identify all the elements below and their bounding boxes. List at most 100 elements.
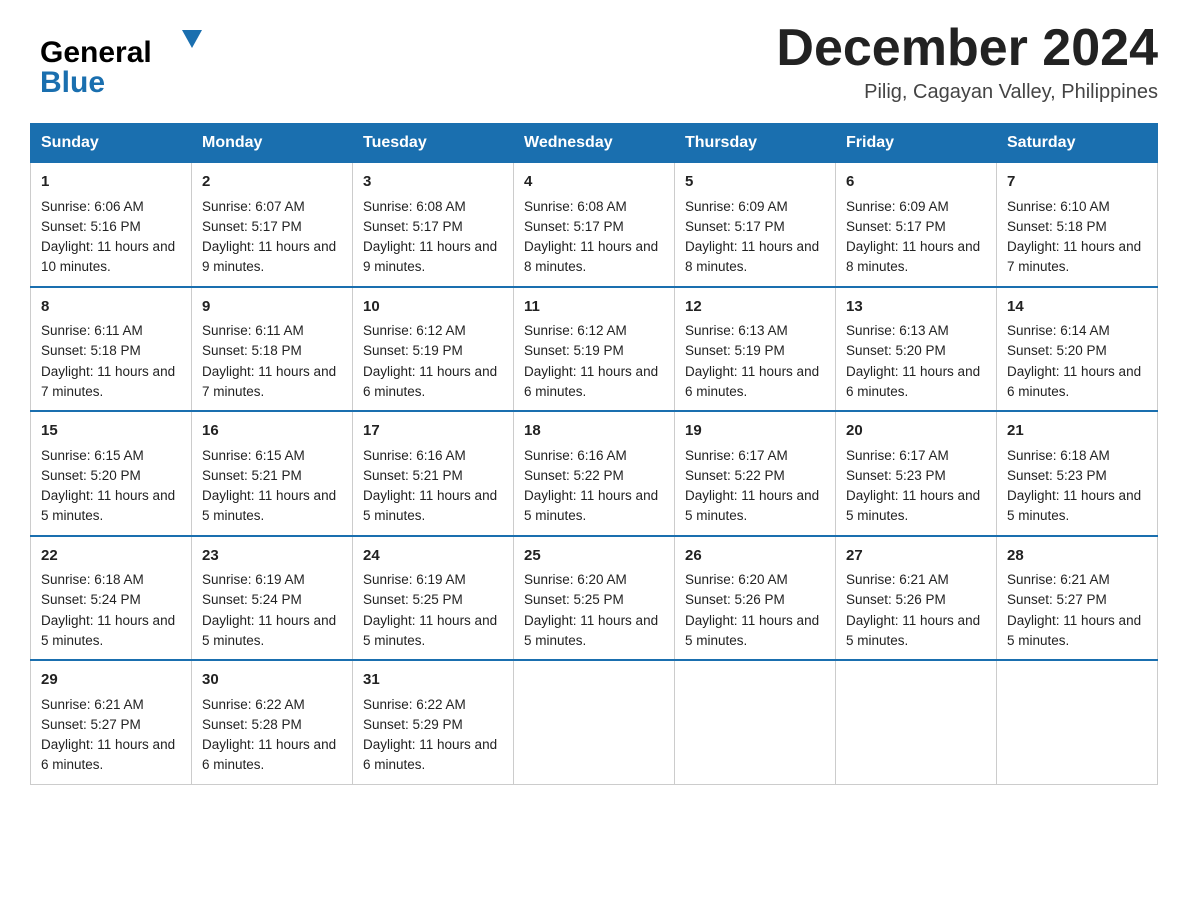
sunset-info: Sunset: 5:21 PM [363,468,463,483]
calendar-day-cell: 16Sunrise: 6:15 AMSunset: 5:21 PMDayligh… [192,411,353,536]
calendar-day-cell [836,660,997,784]
sunset-info: Sunset: 5:21 PM [202,468,302,483]
sunrise-info: Sunrise: 6:21 AM [1007,572,1110,587]
daylight-info: Daylight: 11 hours and 5 minutes. [41,488,175,523]
sunset-info: Sunset: 5:23 PM [846,468,946,483]
day-number: 12 [685,296,825,319]
sunset-info: Sunset: 5:17 PM [524,219,624,234]
calendar-week-row: 8Sunrise: 6:11 AMSunset: 5:18 PMDaylight… [31,287,1158,412]
daylight-info: Daylight: 11 hours and 5 minutes. [846,488,980,523]
month-year-title: December 2024 [776,20,1158,77]
daylight-info: Daylight: 11 hours and 5 minutes. [363,488,497,523]
calendar-day-cell [997,660,1158,784]
day-number: 25 [524,545,664,568]
sunrise-info: Sunrise: 6:08 AM [524,199,627,214]
sunrise-info: Sunrise: 6:19 AM [202,572,305,587]
sunrise-info: Sunrise: 6:16 AM [524,448,627,463]
calendar-day-cell: 8Sunrise: 6:11 AMSunset: 5:18 PMDaylight… [31,287,192,412]
daylight-info: Daylight: 11 hours and 7 minutes. [41,364,175,399]
sunset-info: Sunset: 5:24 PM [41,592,141,607]
daylight-info: Daylight: 11 hours and 5 minutes. [363,613,497,648]
day-number: 14 [1007,296,1147,319]
daylight-info: Daylight: 11 hours and 6 minutes. [41,737,175,772]
header-thursday: Thursday [675,124,836,163]
calendar-day-cell: 3Sunrise: 6:08 AMSunset: 5:17 PMDaylight… [353,163,514,287]
calendar-day-cell: 9Sunrise: 6:11 AMSunset: 5:18 PMDaylight… [192,287,353,412]
calendar-week-row: 15Sunrise: 6:15 AMSunset: 5:20 PMDayligh… [31,411,1158,536]
sunset-info: Sunset: 5:22 PM [524,468,624,483]
sunrise-info: Sunrise: 6:07 AM [202,199,305,214]
sunset-info: Sunset: 5:20 PM [41,468,141,483]
svg-text:Blue: Blue [40,66,105,99]
calendar-day-cell: 29Sunrise: 6:21 AMSunset: 5:27 PMDayligh… [31,660,192,784]
calendar-day-cell: 20Sunrise: 6:17 AMSunset: 5:23 PMDayligh… [836,411,997,536]
calendar-day-cell: 7Sunrise: 6:10 AMSunset: 5:18 PMDaylight… [997,163,1158,287]
daylight-info: Daylight: 11 hours and 5 minutes. [1007,613,1141,648]
calendar-day-cell: 13Sunrise: 6:13 AMSunset: 5:20 PMDayligh… [836,287,997,412]
daylight-info: Daylight: 11 hours and 5 minutes. [41,613,175,648]
daylight-info: Daylight: 11 hours and 8 minutes. [524,239,658,274]
calendar-day-cell [514,660,675,784]
sunrise-info: Sunrise: 6:17 AM [846,448,949,463]
calendar-day-cell: 19Sunrise: 6:17 AMSunset: 5:22 PMDayligh… [675,411,836,536]
day-number: 13 [846,296,986,319]
svg-text:General: General [40,36,152,69]
day-number: 31 [363,669,503,692]
day-number: 24 [363,545,503,568]
daylight-info: Daylight: 11 hours and 10 minutes. [41,239,175,274]
sunrise-info: Sunrise: 6:19 AM [363,572,466,587]
header-monday: Monday [192,124,353,163]
sunrise-info: Sunrise: 6:11 AM [202,323,304,338]
sunrise-info: Sunrise: 6:22 AM [363,697,466,712]
sunrise-info: Sunrise: 6:17 AM [685,448,788,463]
day-number: 4 [524,171,664,194]
calendar-day-cell: 25Sunrise: 6:20 AMSunset: 5:25 PMDayligh… [514,536,675,661]
sunrise-info: Sunrise: 6:18 AM [41,572,144,587]
day-number: 9 [202,296,342,319]
day-number: 16 [202,420,342,443]
weekday-header-row: Sunday Monday Tuesday Wednesday Thursday… [31,124,1158,163]
sunset-info: Sunset: 5:18 PM [1007,219,1107,234]
daylight-info: Daylight: 11 hours and 9 minutes. [363,239,497,274]
calendar-day-cell: 5Sunrise: 6:09 AMSunset: 5:17 PMDaylight… [675,163,836,287]
sunset-info: Sunset: 5:24 PM [202,592,302,607]
daylight-info: Daylight: 11 hours and 6 minutes. [685,364,819,399]
sunset-info: Sunset: 5:26 PM [846,592,946,607]
sunrise-info: Sunrise: 6:21 AM [41,697,144,712]
daylight-info: Daylight: 11 hours and 5 minutes. [524,613,658,648]
page-header: General Blue December 2024 Pilig, Cagaya… [30,20,1158,105]
day-number: 27 [846,545,986,568]
calendar-day-cell: 2Sunrise: 6:07 AMSunset: 5:17 PMDaylight… [192,163,353,287]
sunset-info: Sunset: 5:20 PM [1007,343,1107,358]
day-number: 29 [41,669,181,692]
sunset-info: Sunset: 5:22 PM [685,468,785,483]
sunset-info: Sunset: 5:25 PM [363,592,463,607]
calendar-week-row: 1Sunrise: 6:06 AMSunset: 5:16 PMDaylight… [31,163,1158,287]
daylight-info: Daylight: 11 hours and 8 minutes. [846,239,980,274]
calendar-day-cell: 17Sunrise: 6:16 AMSunset: 5:21 PMDayligh… [353,411,514,536]
logo: General Blue [30,20,220,105]
day-number: 21 [1007,420,1147,443]
sunrise-info: Sunrise: 6:06 AM [41,199,144,214]
sunset-info: Sunset: 5:18 PM [41,343,141,358]
sunrise-info: Sunrise: 6:20 AM [685,572,788,587]
day-number: 1 [41,171,181,194]
daylight-info: Daylight: 11 hours and 5 minutes. [524,488,658,523]
sunrise-info: Sunrise: 6:14 AM [1007,323,1110,338]
sunrise-info: Sunrise: 6:12 AM [363,323,466,338]
day-number: 6 [846,171,986,194]
sunrise-info: Sunrise: 6:12 AM [524,323,627,338]
daylight-info: Daylight: 11 hours and 6 minutes. [202,737,336,772]
sunset-info: Sunset: 5:17 PM [363,219,463,234]
daylight-info: Daylight: 11 hours and 6 minutes. [363,737,497,772]
sunset-info: Sunset: 5:17 PM [846,219,946,234]
daylight-info: Daylight: 11 hours and 6 minutes. [524,364,658,399]
sunset-info: Sunset: 5:17 PM [685,219,785,234]
calendar-day-cell [675,660,836,784]
calendar-day-cell: 30Sunrise: 6:22 AMSunset: 5:28 PMDayligh… [192,660,353,784]
sunset-info: Sunset: 5:19 PM [363,343,463,358]
header-saturday: Saturday [997,124,1158,163]
day-number: 26 [685,545,825,568]
sunrise-info: Sunrise: 6:20 AM [524,572,627,587]
daylight-info: Daylight: 11 hours and 5 minutes. [202,613,336,648]
